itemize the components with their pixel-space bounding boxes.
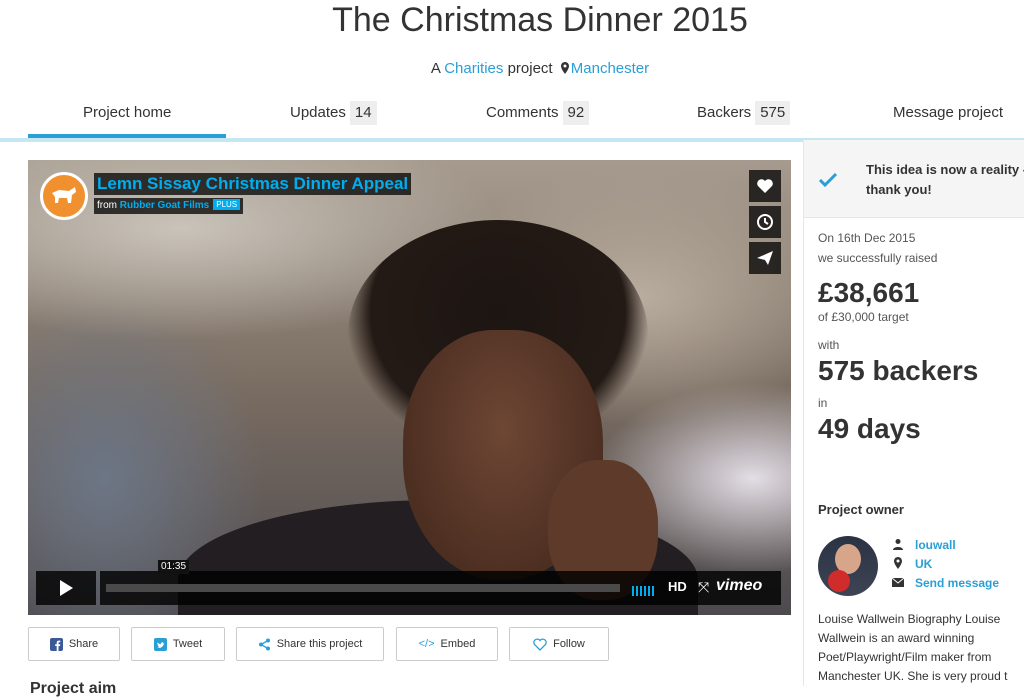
heart-icon <box>757 179 773 193</box>
video-player[interactable]: Lemn Sissay Christmas Dinner Appeal from… <box>28 160 791 615</box>
share-video-button[interactable] <box>749 242 781 274</box>
volume-control[interactable] <box>632 583 656 596</box>
page-title: The Christmas Dinner 2015 <box>332 1 748 39</box>
twitter-icon <box>153 637 167 651</box>
tab-backers[interactable]: Backers 575 <box>697 96 791 134</box>
backer-count: 575 backers <box>818 355 979 386</box>
success-message: This idea is now a reality - thank you! <box>866 160 1024 200</box>
button-label: Share <box>68 638 99 650</box>
control-bar: 01:35 HD ⤧ vimeo <box>100 560 781 605</box>
campaign-duration: 49 days <box>818 413 921 444</box>
play-icon <box>60 580 73 596</box>
user-icon <box>893 539 903 550</box>
subtitle-middle: project <box>507 60 553 77</box>
button-label: Embed <box>440 638 476 650</box>
avatar[interactable] <box>818 536 878 596</box>
with-label: with <box>818 338 840 352</box>
funding-target: of £30,000 target <box>818 310 909 324</box>
project-sidebar: This idea is now a reality - thank you! … <box>803 140 1024 686</box>
owner-heading: Project owner <box>818 502 904 517</box>
location-icon <box>894 557 902 569</box>
owner-location-link[interactable]: UK <box>915 557 932 571</box>
success-line-1: This idea is now a reality - <box>866 162 1024 177</box>
follow-button[interactable]: Follow <box>509 627 609 661</box>
facebook-share-button[interactable]: Share <box>28 627 120 661</box>
success-banner: This idea is now a reality - thank you! <box>804 140 1024 218</box>
send-message-link[interactable]: Send message <box>915 576 999 590</box>
tab-label: Comments <box>486 104 559 121</box>
play-button[interactable] <box>36 571 96 605</box>
funded-date: On 16th Dec 2015 <box>818 231 916 245</box>
owner-profile-link[interactable]: louwall <box>915 538 956 552</box>
location-link[interactable]: Manchester <box>571 60 649 77</box>
category-link[interactable]: Charities <box>444 60 503 77</box>
channel-logo[interactable] <box>40 172 88 220</box>
clock-icon <box>757 214 773 230</box>
section-heading: Project aim <box>30 680 117 697</box>
vimeo-logo[interactable]: vimeo <box>716 577 762 595</box>
button-label: Share this project <box>276 638 363 650</box>
share-icon <box>258 638 271 651</box>
goat-icon <box>52 187 76 203</box>
tab-comments[interactable]: Comments 92 <box>486 96 590 134</box>
success-line-2: thank you! <box>866 182 932 197</box>
tab-label: Message project <box>893 104 1004 121</box>
checkmark-icon <box>818 172 838 188</box>
button-label: Tweet <box>172 638 203 650</box>
paper-plane-icon <box>757 251 773 265</box>
embed-button[interactable]: </> Embed <box>396 627 498 661</box>
button-label: Follow <box>553 638 585 650</box>
video-controls: 01:35 HD ⤧ vimeo <box>36 560 781 605</box>
tab-label: Updates <box>290 104 346 121</box>
tab-message-project[interactable]: Message project <box>893 96 1003 134</box>
facebook-icon <box>49 637 63 651</box>
plus-badge: PLUS <box>213 199 241 210</box>
tab-project-home[interactable]: Project home <box>27 96 227 138</box>
channel-link[interactable]: Rubber Goat Films <box>120 200 209 211</box>
amount-raised: £38,661 <box>818 277 920 308</box>
envelope-icon <box>892 577 904 587</box>
progress-track[interactable] <box>106 584 620 592</box>
tab-label: Backers <box>697 104 752 121</box>
code-icon: </> <box>418 638 435 650</box>
project-tabs: Project home Updates 14 Comments 92 Backer… <box>0 96 1024 142</box>
tab-count: 14 <box>349 101 377 125</box>
tab-label: Project home <box>83 104 172 121</box>
fullscreen-icon[interactable]: ⤧ <box>698 579 709 596</box>
video-title[interactable]: Lemn Sissay Christmas Dinner Appeal <box>94 173 412 195</box>
owner-bio: Louise Wallwein Biography Louise Wallwei… <box>818 612 1008 683</box>
from-label: from <box>97 200 117 211</box>
video-byline: from Rubber Goat Films PLUS <box>94 198 244 214</box>
watch-later-button[interactable] <box>749 206 781 238</box>
map-pin-icon <box>560 62 569 74</box>
heart-icon <box>533 637 547 651</box>
hd-toggle[interactable]: HD <box>668 579 687 594</box>
timecode: 01:35 <box>158 560 190 574</box>
in-label: in <box>818 396 828 410</box>
video-side-actions <box>749 170 781 278</box>
tab-count: 92 <box>562 101 590 125</box>
raised-label: we successfully raised <box>818 251 938 265</box>
tab-count: 575 <box>755 101 791 125</box>
project-subtitle: A Charities project Manchester <box>0 60 1024 77</box>
share-project-button[interactable]: Share this project <box>236 627 384 661</box>
tab-updates[interactable]: Updates 14 <box>290 96 377 134</box>
tweet-button[interactable]: Tweet <box>131 627 225 661</box>
subtitle-prefix: A <box>430 60 441 77</box>
like-button[interactable] <box>749 170 781 202</box>
